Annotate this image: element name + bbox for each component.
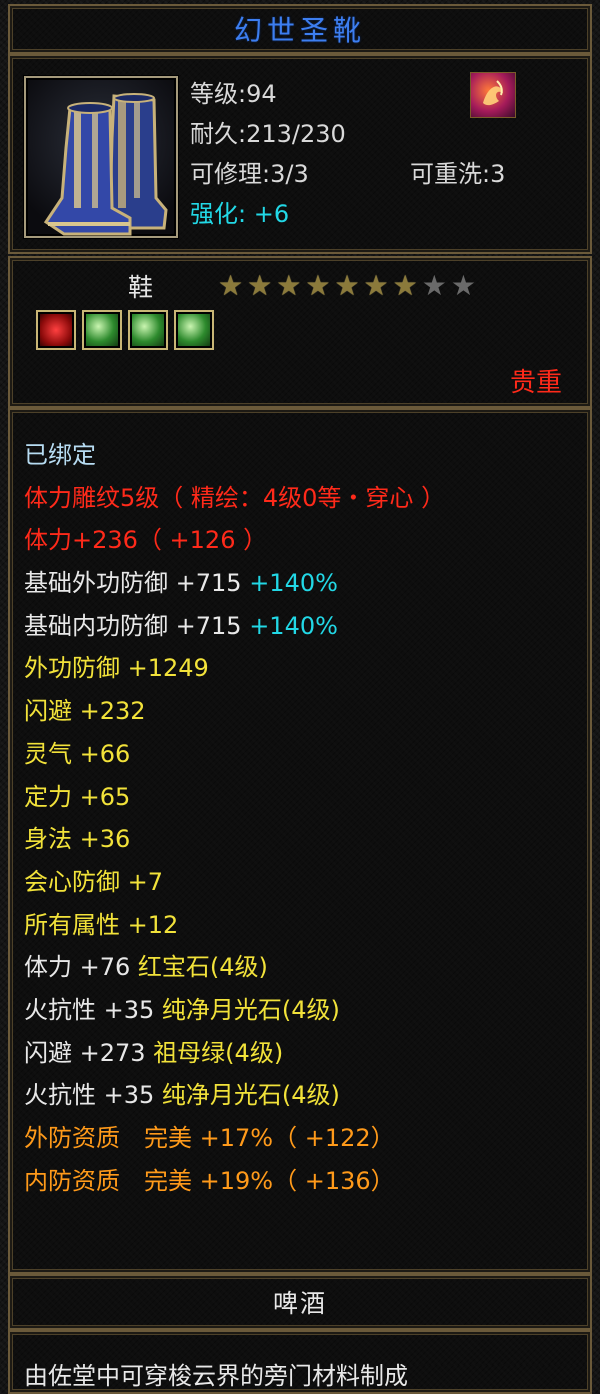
base-int-def-attr: 基础内功防御 +715 +140% (24, 605, 584, 648)
gem2-name: 纯净月光石(4级) (161, 995, 340, 1024)
star-filled-icon: ★ (334, 269, 360, 302)
gem1-attr: 体力 +76 红宝石(4级) (24, 946, 584, 989)
ruby-gem-icon[interactable] (36, 310, 76, 350)
item-title-bar: 幻世圣靴 (8, 4, 592, 54)
ext-def-attr: 外功防御 +1249 (24, 654, 209, 683)
star-filled-icon: ★ (392, 269, 418, 302)
item-type-panel: 鞋 ★ ★ ★ ★ ★ ★ ★ ★ ★ 贵重 (8, 256, 592, 408)
base-int-def-pct: +140% (249, 611, 338, 640)
star-rating: ★ ★ ★ ★ ★ ★ ★ ★ ★ (218, 270, 476, 302)
engrave-attr: 体力雕纹5级（ 精绘：4级0等・穿心 ） (24, 483, 446, 512)
item-name: 幻世圣靴 (233, 14, 366, 47)
base-int-def-value: 基础内功防御 +715 (24, 611, 250, 640)
star-filled-icon: ★ (363, 269, 389, 302)
gem3-attr: 闪避 +273 祖母绿(4级) (24, 1032, 584, 1075)
gem2-stat: 火抗性 +35 (24, 995, 162, 1024)
precious-label: 贵重 (509, 368, 562, 398)
boots-icon (24, 76, 178, 238)
int-quality-attr: 内防资质 完美 +19%（ +136） (24, 1166, 395, 1195)
item-header: 等级:94 耐久:213/230 可修理:3/3 可重洗:3 强化: +6 (8, 54, 592, 254)
emerald-gem-icon[interactable] (174, 310, 214, 350)
ext-quality-attr: 外防资质 完美 +17%（ +122） (24, 1124, 395, 1152)
gem4-stat: 火抗性 +35 (24, 1081, 162, 1110)
all-attr: 所有属性 +12 (24, 910, 179, 939)
bound-status: 已绑定 (24, 441, 96, 469)
gem2-attr: 火抗性 +35 纯净月光石(4级) (24, 989, 584, 1032)
star-empty-icon: ★ (450, 269, 476, 302)
agility-attr: 身法 +36 (24, 825, 131, 854)
durability-stat: 耐久:213/230 (190, 120, 346, 148)
repair-row: 可修理:3/3 可重洗:3 (190, 154, 590, 194)
rewash-stat: 可重洗:3 (410, 160, 506, 188)
gem1-stat: 体力 +76 (24, 953, 138, 982)
item-description: 由佐堂中可穿梭云界的旁门材料制成 (24, 1362, 408, 1390)
enhance-stat: 强化: +6 (190, 200, 290, 228)
gem4-attr: 火抗性 +35 纯净月光石(4级) (24, 1074, 584, 1117)
item-stats: 等级:94 耐久:213/230 可修理:3/3 可重洗:3 强化: +6 (190, 74, 590, 234)
star-empty-icon: ★ (421, 269, 447, 302)
repair-stat: 可修理:3/3 (190, 160, 309, 188)
moonstone-gem-icon[interactable] (128, 310, 168, 350)
level-stat: 等级:94 (190, 80, 277, 108)
base-ext-def-pct: +140% (249, 569, 338, 598)
star-filled-icon: ★ (276, 269, 302, 302)
gem-sockets (36, 310, 214, 350)
gem1-name: 红宝石(4级) (137, 953, 268, 982)
footer-title-bar: 啤酒 (8, 1274, 592, 1330)
base-ext-def-attr: 基础外功防御 +715 +140% (24, 562, 584, 605)
attribute-panel: 已绑定 体力雕纹5级（ 精绘：4级0等・穿心 ） 体力+236（ +126 ） … (8, 408, 592, 1274)
focus-attr: 定力 +65 (24, 782, 131, 811)
stamina-attr: 体力+236（ +126 ） (24, 526, 268, 555)
dodge-attr: 闪避 +232 (24, 697, 146, 726)
gem3-name: 祖母绿(4级) (153, 1038, 284, 1067)
phoenix-rune-icon (470, 72, 516, 118)
description-panel: 由佐堂中可穿梭云界的旁门材料制成 (8, 1330, 592, 1394)
footer-title: 啤酒 (272, 1289, 327, 1318)
star-filled-icon: ★ (218, 269, 244, 302)
spirit-attr: 灵气 +66 (24, 739, 131, 768)
attribute-list: 已绑定 体力雕纹5级（ 精绘：4级0等・穿心 ） 体力+236（ +126 ） … (24, 434, 584, 1202)
star-filled-icon: ★ (305, 269, 331, 302)
base-ext-def-value: 基础外功防御 +715 (24, 569, 250, 598)
star-filled-icon: ★ (247, 269, 273, 302)
gem4-name: 纯净月光石(4级) (161, 1081, 340, 1110)
gem3-stat: 闪避 +273 (24, 1038, 154, 1067)
item-type-label: 鞋 (128, 273, 154, 302)
moonstone-gem-icon[interactable] (82, 310, 122, 350)
crit-def-attr: 会心防御 +7 (24, 867, 164, 896)
